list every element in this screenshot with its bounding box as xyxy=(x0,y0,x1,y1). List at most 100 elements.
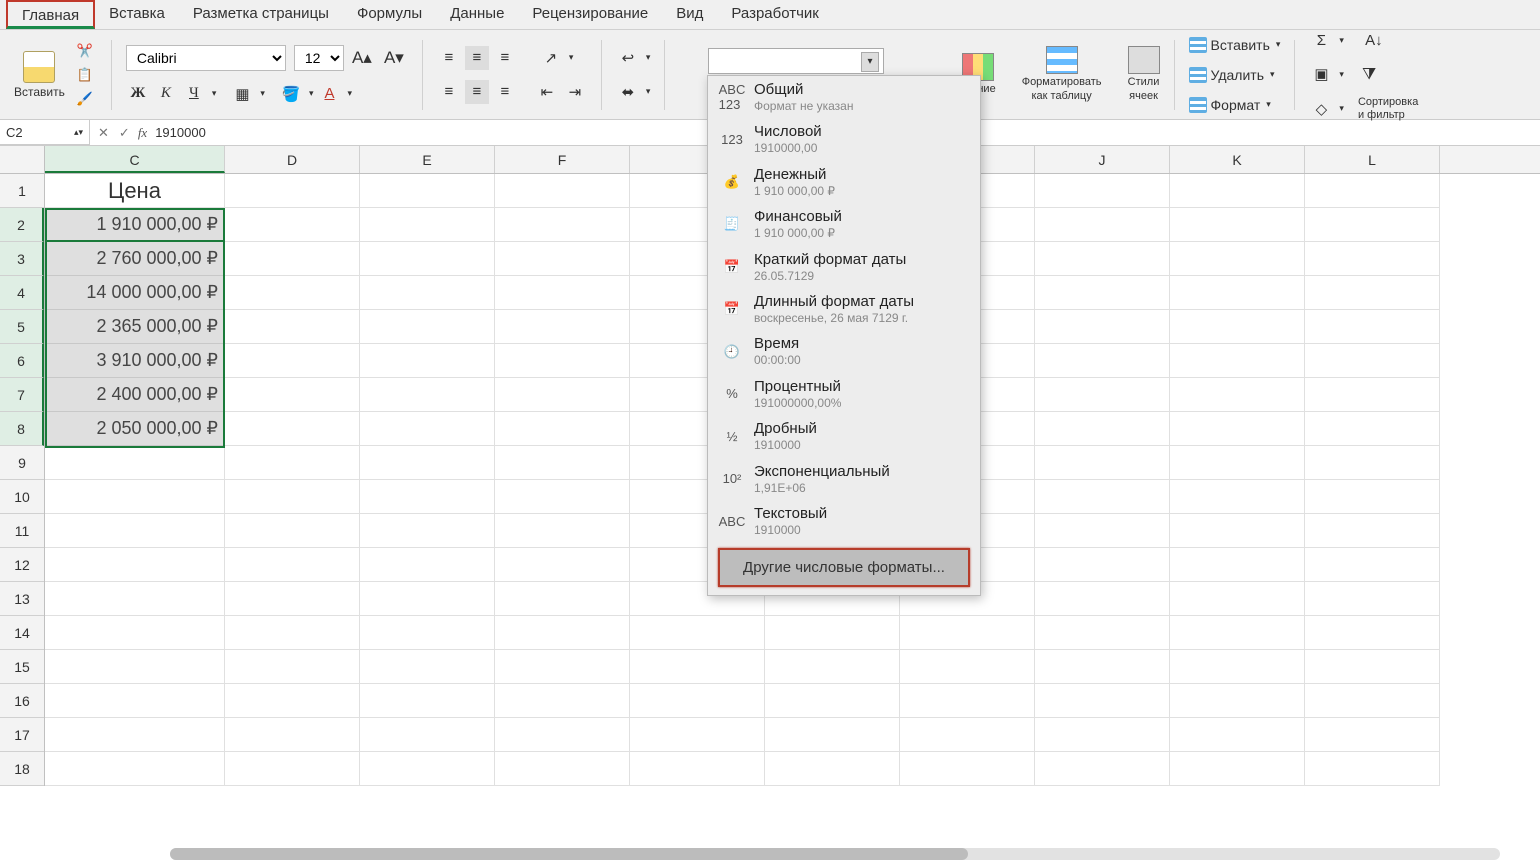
cell[interactable] xyxy=(495,582,630,616)
cell[interactable] xyxy=(1035,684,1170,718)
orientation-caret-icon[interactable]: ▾ xyxy=(569,52,574,63)
confirm-formula-icon[interactable]: ✓ xyxy=(119,125,130,141)
cell[interactable] xyxy=(495,242,630,276)
cell[interactable] xyxy=(1305,378,1440,412)
cell[interactable] xyxy=(1170,582,1305,616)
row-header[interactable]: 11 xyxy=(0,514,44,548)
number-format-option[interactable]: 123Числовой1910000,00 xyxy=(708,118,980,160)
cell[interactable] xyxy=(360,344,495,378)
cell[interactable] xyxy=(630,684,765,718)
cell[interactable] xyxy=(1305,582,1440,616)
cell[interactable] xyxy=(45,548,225,582)
underline-caret-icon[interactable]: ▾ xyxy=(212,88,217,99)
cell[interactable] xyxy=(225,378,360,412)
cell[interactable] xyxy=(900,684,1035,718)
cell[interactable] xyxy=(1305,174,1440,208)
cell[interactable] xyxy=(1170,718,1305,752)
cell[interactable] xyxy=(1170,446,1305,480)
align-bottom-icon[interactable]: ≡ xyxy=(493,46,517,70)
cell[interactable] xyxy=(360,650,495,684)
cell[interactable] xyxy=(225,174,360,208)
cell[interactable] xyxy=(360,480,495,514)
cell[interactable] xyxy=(495,548,630,582)
cell[interactable] xyxy=(765,650,900,684)
cell[interactable] xyxy=(1035,718,1170,752)
scrollbar-thumb[interactable] xyxy=(170,848,968,860)
wrap-text-icon[interactable]: ↩ xyxy=(616,46,640,70)
ribbon-tab-insert[interactable]: Вставка xyxy=(95,0,179,29)
row-header[interactable]: 17 xyxy=(0,718,44,752)
cell[interactable] xyxy=(630,718,765,752)
fill-icon[interactable]: ▣ xyxy=(1309,62,1333,86)
cell[interactable] xyxy=(1035,174,1170,208)
col-header-d[interactable]: D xyxy=(225,146,360,173)
ribbon-tab-view[interactable]: Вид xyxy=(662,0,717,29)
number-format-option[interactable]: 🧾Финансовый1 910 000,00 ₽ xyxy=(708,203,980,245)
cell[interactable] xyxy=(1170,310,1305,344)
cell[interactable] xyxy=(495,650,630,684)
cell[interactable] xyxy=(45,718,225,752)
cell[interactable] xyxy=(1305,242,1440,276)
row-header[interactable]: 5 xyxy=(0,310,44,344)
borders-caret-icon[interactable]: ▾ xyxy=(260,88,265,99)
cell[interactable] xyxy=(360,174,495,208)
cell[interactable] xyxy=(630,752,765,786)
cell[interactable] xyxy=(1305,344,1440,378)
cell[interactable] xyxy=(900,718,1035,752)
cut-icon[interactable]: ✂️ xyxy=(77,43,97,59)
cell[interactable]: Цена xyxy=(45,174,225,208)
decrease-indent-icon[interactable]: ⇤ xyxy=(535,80,559,104)
cell[interactable] xyxy=(1035,582,1170,616)
cell[interactable] xyxy=(495,276,630,310)
row-header[interactable]: 10 xyxy=(0,480,44,514)
col-header-c[interactable]: C xyxy=(45,146,225,173)
cell[interactable] xyxy=(225,480,360,514)
col-header-k[interactable]: K xyxy=(1170,146,1305,173)
cell[interactable] xyxy=(1305,276,1440,310)
select-all-corner[interactable] xyxy=(0,146,45,173)
format-cells-button[interactable]: Формат▾ xyxy=(1189,95,1281,115)
insert-cells-button[interactable]: Вставить▾ xyxy=(1189,35,1281,55)
increase-font-icon[interactable]: A▴ xyxy=(348,44,376,72)
cell-styles-button[interactable]: Стили ячеек xyxy=(1122,44,1166,104)
sort-filter-button[interactable]: ⧩ xyxy=(1362,65,1376,84)
cell[interactable] xyxy=(495,344,630,378)
font-size-select[interactable]: 12 xyxy=(294,45,344,71)
cell[interactable] xyxy=(1170,344,1305,378)
cell[interactable] xyxy=(1305,208,1440,242)
paste-icon[interactable] xyxy=(23,51,55,83)
clear-icon[interactable]: ◇ xyxy=(1309,97,1333,121)
cell[interactable] xyxy=(765,718,900,752)
cell[interactable] xyxy=(630,616,765,650)
cell[interactable] xyxy=(1035,276,1170,310)
sort-az-icon[interactable]: A↓ xyxy=(1362,28,1386,52)
merge-caret-icon[interactable]: ▾ xyxy=(646,86,651,97)
cell[interactable] xyxy=(1305,412,1440,446)
format-painter-icon[interactable]: 🖌️ xyxy=(77,91,97,107)
cell[interactable] xyxy=(1170,514,1305,548)
bold-button[interactable]: Ж xyxy=(126,82,150,106)
cell[interactable] xyxy=(1305,480,1440,514)
cell[interactable] xyxy=(1170,378,1305,412)
cell[interactable] xyxy=(225,446,360,480)
cell[interactable] xyxy=(630,650,765,684)
align-middle-icon[interactable]: ≡ xyxy=(465,46,489,70)
cell[interactable] xyxy=(1170,616,1305,650)
cell[interactable] xyxy=(225,616,360,650)
col-header-j[interactable]: J xyxy=(1035,146,1170,173)
row-header[interactable]: 1 xyxy=(0,174,44,208)
cell[interactable] xyxy=(360,378,495,412)
cell[interactable] xyxy=(765,752,900,786)
align-top-icon[interactable]: ≡ xyxy=(437,46,461,70)
cell[interactable] xyxy=(1035,344,1170,378)
cell[interactable] xyxy=(1305,514,1440,548)
row-header[interactable]: 9 xyxy=(0,446,44,480)
cell[interactable] xyxy=(1305,752,1440,786)
cell[interactable] xyxy=(225,684,360,718)
cell[interactable]: 1 910 000,00 ₽ xyxy=(45,208,225,242)
cell[interactable] xyxy=(495,616,630,650)
cell[interactable] xyxy=(1035,514,1170,548)
italic-button[interactable]: К xyxy=(154,82,178,106)
cell[interactable] xyxy=(225,718,360,752)
cell[interactable] xyxy=(1035,208,1170,242)
